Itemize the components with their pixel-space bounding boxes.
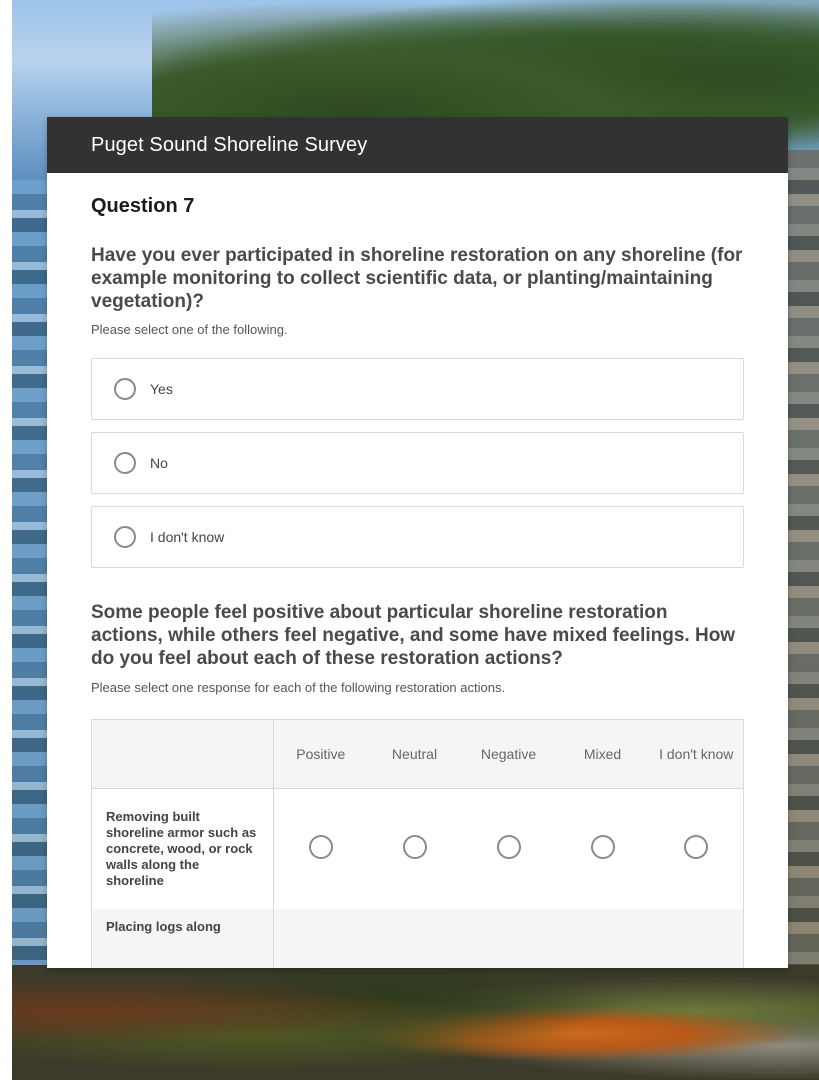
column-header-positive: Positive [273, 719, 368, 789]
option-dont-know[interactable]: I don't know [91, 506, 744, 568]
question-number: Question 7 [91, 195, 195, 217]
column-header-neutral: Neutral [367, 719, 462, 789]
matrix-cell [273, 788, 368, 909]
radio-mixed[interactable] [590, 834, 615, 859]
matrix-question-hint: Please select one response for each of t… [91, 680, 506, 695]
question-text: Have you ever participated in shoreline … [91, 245, 743, 312]
radio-icon[interactable] [114, 452, 136, 474]
option-label: I don't know [150, 529, 225, 545]
matrix-corner-cell [91, 719, 274, 789]
matrix-row-label: Placing logs along [91, 909, 274, 968]
matrix-cell [273, 909, 368, 968]
option-label: Yes [150, 381, 173, 397]
survey-content: Question 7 Have you ever participated in… [47, 195, 788, 968]
matrix-cell [461, 788, 556, 909]
matrix-cell [367, 909, 462, 968]
radio-neutral[interactable] [402, 834, 427, 859]
column-header-mixed: Mixed [555, 719, 650, 789]
matrix-row: Removing built shoreline armor such as c… [91, 788, 744, 909]
matrix-cell [367, 788, 462, 909]
matrix-cell [461, 909, 556, 968]
matrix-row-label: Removing built shoreline armor such as c… [91, 788, 274, 909]
matrix-question: Some people feel positive about particul… [91, 601, 744, 968]
radio-icon[interactable] [114, 378, 136, 400]
survey-card: Puget Sound Shoreline Survey Question 7 … [47, 117, 788, 968]
radio-negative[interactable] [496, 834, 521, 859]
background-seaweed [12, 965, 819, 1080]
matrix-header-row: Positive Neutral Negative Mixed I don't … [91, 719, 744, 789]
matrix-cell [649, 909, 744, 968]
matrix-row: Placing logs along [91, 909, 744, 968]
survey-title: Puget Sound Shoreline Survey [91, 133, 368, 156]
option-yes[interactable]: Yes [91, 358, 744, 420]
matrix-question-text: Some people feel positive about particul… [91, 602, 736, 669]
matrix-cell [555, 788, 650, 909]
matrix-cell [649, 788, 744, 909]
question-hint: Please select one of the following. [91, 322, 288, 337]
radio-icon[interactable] [114, 526, 136, 548]
likert-matrix: Positive Neutral Negative Mixed I don't … [91, 719, 744, 968]
option-no[interactable]: No [91, 432, 744, 494]
survey-header: Puget Sound Shoreline Survey [47, 117, 788, 173]
background-rocks [784, 150, 819, 970]
background-water [12, 180, 52, 980]
matrix-cell [555, 909, 650, 968]
radio-positive[interactable] [308, 834, 333, 859]
radio-dont-know[interactable] [684, 834, 709, 859]
column-header-negative: Negative [461, 719, 556, 789]
column-header-dont-know: I don't know [649, 719, 744, 789]
option-label: No [150, 455, 168, 471]
